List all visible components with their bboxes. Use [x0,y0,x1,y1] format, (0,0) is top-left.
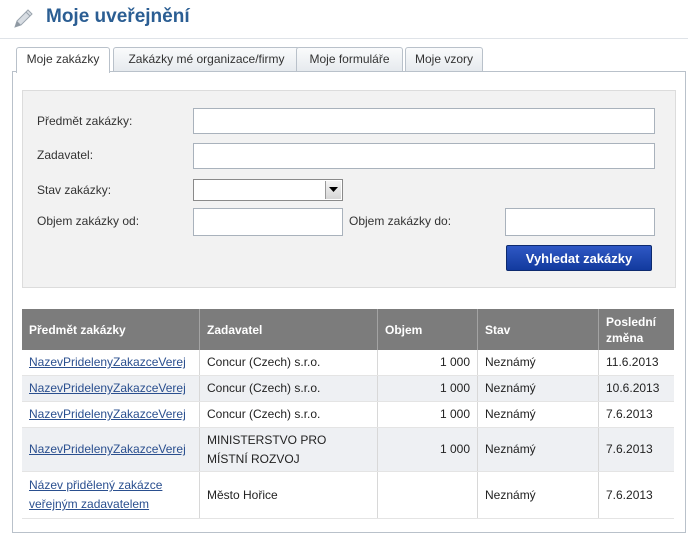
subject-label: Předmět zakázky: [37,114,133,128]
contracting-cell: Concur (Czech) s.r.o. [199,401,378,428]
last-change-cell: 7.6.2013 [598,471,674,519]
status-cell: Neznámý [477,350,599,376]
table-header-row: Předmět zakázky Zadavatel Objem Stav Pos… [22,309,674,350]
volume-from-input[interactable] [193,208,343,236]
table-row: NazevPridelenyZakazceVerejnymZadavatelem… [22,401,674,428]
volume-cell: 1 000 [377,401,478,428]
table-row: NazevPridelenyZakazceVerejnymZadavatelem… [22,375,674,402]
tab-moje-zakazky[interactable]: Moje zakázky [16,47,110,73]
subject-link[interactable]: Název přidělený zakázce veřejným zadavat… [22,471,200,519]
table-row: NazevPridelenyZakazceVerejnymZadavatelem… [22,427,674,472]
volume-from-label: Objem zakázky od: [37,214,140,228]
table-row: Název přidělený zakázce veřejným zadavat… [22,471,674,519]
status-cell: Neznámý [477,427,599,472]
contracting-cell: Concur (Czech) s.r.o. [199,350,378,376]
contracting-cell: MINISTERSTVO PRO MÍSTNÍ ROZVOJ [199,427,378,472]
last-change-cell: 7.6.2013 [598,401,674,428]
tab-moje-vzory[interactable]: Moje vzory [405,47,483,71]
status-cell: Neznámý [477,375,599,402]
status-cell: Neznámý [477,471,599,519]
last-change-cell: 11.6.2013 [598,350,674,376]
last-change-cell: 10.6.2013 [598,375,674,402]
volume-cell: 1 000 [377,350,478,376]
pencil-icon [14,9,33,28]
status-select[interactable] [193,179,343,201]
contracting-input[interactable] [193,143,655,169]
status-label: Stav zakázky: [37,183,112,197]
subject-link[interactable]: NazevPridelenyZakazceVerejnymZadavatelem [22,427,200,472]
page-title: Moje uveřejnění [46,6,190,27]
volume-to-input[interactable] [505,208,655,236]
volume-to-label: Objem zakázky do: [349,214,452,228]
status-cell: Neznámý [477,401,599,428]
subject-input[interactable] [193,108,655,134]
volume-cell [377,471,478,519]
column-header-volume[interactable]: Objem [377,309,478,350]
column-header-last-change[interactable]: Poslední změna [598,309,674,350]
contracting-cell: Concur (Czech) s.r.o. [199,375,378,402]
contracting-label: Zadavatel: [37,148,94,162]
page-header: Moje uveřejnění [0,0,688,39]
last-change-cell: 7.6.2013 [598,427,674,472]
volume-cell: 1 000 [377,427,478,472]
subject-link[interactable]: NazevPridelenyZakazceVerejnymZadavatelem [22,401,200,428]
tab-zakazky-organizace[interactable]: Zakázky mé organizace/firmy [113,47,300,71]
column-header-status[interactable]: Stav [477,309,599,350]
chevron-down-icon [329,187,338,192]
column-header-contracting[interactable]: Zadavatel [199,309,378,350]
subject-link[interactable]: NazevPridelenyZakazceVerejnymZadavatelem [22,350,200,376]
search-button[interactable]: Vyhledat zakázky [506,245,652,271]
column-header-subject[interactable]: Předmět zakázky [22,309,200,350]
dropdown-arrow-button[interactable] [325,181,341,199]
subject-link[interactable]: NazevPridelenyZakazceVerejnymZadavatelem [22,375,200,402]
volume-cell: 1 000 [377,375,478,402]
results-table: Předmět zakázky Zadavatel Objem Stav Pos… [22,309,674,519]
tab-moje-formulare[interactable]: Moje formuláře [296,47,403,71]
table-row: NazevPridelenyZakazceVerejnymZadavatelem… [22,350,674,376]
contracting-cell: Město Hořice [199,471,378,519]
